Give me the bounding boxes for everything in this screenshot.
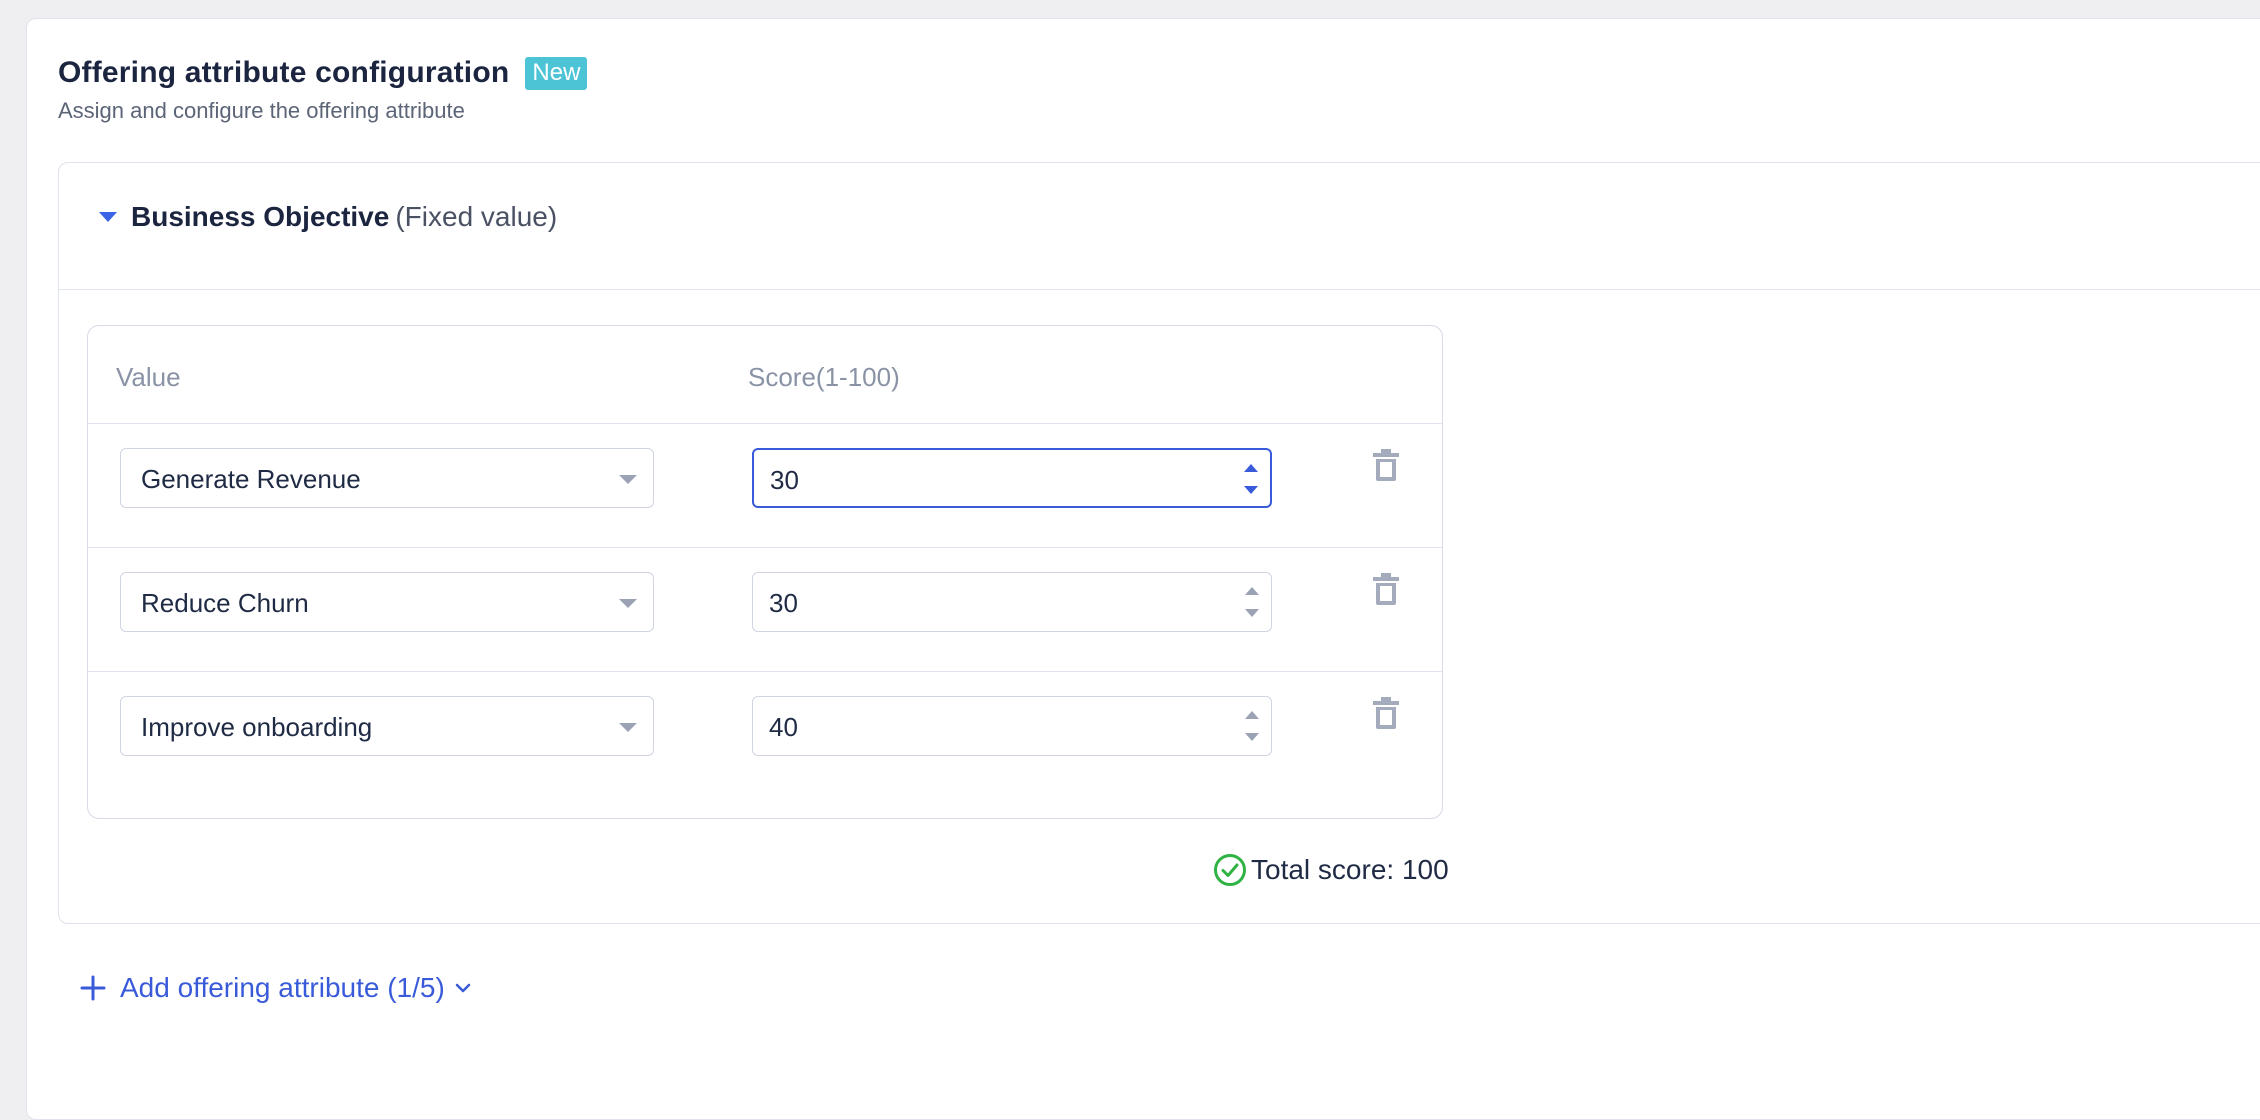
section-header[interactable]: Business Objective (Fixed value)	[59, 163, 2260, 290]
row-divider	[88, 671, 1442, 672]
title-row: Offering attribute configuration New	[58, 56, 588, 90]
spin-up-icon[interactable]	[1245, 587, 1259, 595]
score-input[interactable]: 30	[752, 572, 1272, 632]
score-input-text: 40	[769, 712, 798, 742]
add-offering-attribute-button[interactable]: Add offering attribute (1/5)	[80, 972, 471, 1004]
chevron-down-icon	[455, 983, 471, 993]
total-score: Total score: 100	[1213, 853, 1449, 887]
value-select[interactable]: Reduce Churn	[120, 572, 654, 632]
caret-down-icon[interactable]	[99, 212, 117, 222]
total-score-label: Total score: 100	[1251, 854, 1449, 885]
spin-up-icon[interactable]	[1244, 464, 1258, 472]
plus-icon	[80, 975, 106, 1001]
column-header-value: Value	[116, 362, 181, 392]
section-name: Business Objective	[131, 201, 390, 232]
value-select[interactable]: Improve onboarding	[120, 696, 654, 756]
header-divider	[88, 423, 1442, 424]
trash-icon[interactable]	[1372, 696, 1400, 730]
value-score-table: Value Score(1-100) Generate Revenue 30 R…	[87, 325, 1443, 819]
spin-down-icon[interactable]	[1245, 733, 1259, 741]
attribute-section: Business Objective (Fixed value) Value Sc…	[58, 162, 2260, 924]
value-select-text: Reduce Churn	[141, 588, 309, 618]
dropdown-arrow-icon	[619, 599, 637, 608]
row-divider	[88, 547, 1442, 548]
value-select[interactable]: Generate Revenue	[120, 448, 654, 508]
score-input[interactable]: 40	[752, 696, 1272, 756]
score-input-text: 30	[769, 588, 798, 618]
value-select-text: Generate Revenue	[141, 464, 361, 494]
dropdown-arrow-icon	[619, 475, 637, 484]
check-circle-icon	[1214, 854, 1246, 886]
trash-icon[interactable]	[1372, 572, 1400, 606]
spin-up-icon[interactable]	[1245, 711, 1259, 719]
page-subtitle: Assign and configure the offering attrib…	[58, 98, 465, 123]
section-hint: (Fixed value)	[395, 201, 558, 232]
section-title: Business Objective (Fixed value)	[131, 201, 557, 233]
column-header-score: Score(1-100)	[748, 362, 900, 392]
dropdown-arrow-icon	[619, 723, 637, 732]
value-select-text: Improve onboarding	[141, 712, 373, 742]
spin-down-icon[interactable]	[1244, 486, 1258, 494]
new-badge: New	[525, 56, 588, 90]
score-input-text: 30	[770, 465, 799, 495]
score-input[interactable]: 30	[752, 448, 1272, 508]
page-title: Offering attribute configuration	[58, 56, 510, 89]
spin-down-icon[interactable]	[1245, 609, 1259, 617]
add-offering-attribute-label: Add offering attribute (1/5)	[120, 972, 445, 1003]
trash-icon[interactable]	[1372, 448, 1400, 482]
